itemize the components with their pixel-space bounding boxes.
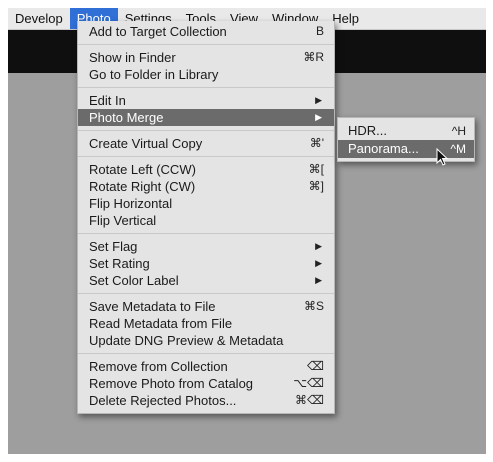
shortcut-label: ⌥⌫ xyxy=(293,376,324,390)
menu-item-remove-from-catalog[interactable]: Remove Photo from Catalog ⌥⌫ xyxy=(78,375,334,392)
menu-separator xyxy=(78,44,334,45)
shortcut-label: ⌘' xyxy=(309,136,324,150)
submenu-arrow-icon: ▶ xyxy=(315,258,322,268)
menu-item-edit-in[interactable]: Edit In ▶ xyxy=(78,92,334,109)
menu-item-rotate-right[interactable]: Rotate Right (CW) ⌘] xyxy=(78,178,334,195)
menu-item-set-color-label[interactable]: Set Color Label ▶ xyxy=(78,272,334,289)
shortcut-label: B xyxy=(315,24,324,38)
mouse-pointer-icon xyxy=(436,148,449,166)
menu-develop[interactable]: Develop xyxy=(8,8,70,29)
menu-item-rotate-left[interactable]: Rotate Left (CCW) ⌘[ xyxy=(78,161,334,178)
menu-item-label: Update DNG Preview & Metadata xyxy=(89,333,284,348)
shortcut-label: ⌘[ xyxy=(308,162,324,176)
submenu-item-panorama[interactable]: Panorama... ^M xyxy=(338,140,474,158)
menu-item-label: Create Virtual Copy xyxy=(89,136,203,151)
shortcut-label: ⌘R xyxy=(303,50,324,64)
menu-item-read-metadata[interactable]: Read Metadata from File xyxy=(78,315,334,332)
submenu-item-hdr[interactable]: HDR... ^H xyxy=(338,122,474,140)
menu-item-label: Panorama... xyxy=(348,141,419,156)
menu-item-go-to-folder[interactable]: Go to Folder in Library xyxy=(78,66,334,83)
menu-item-label: Photo Merge xyxy=(89,110,164,125)
shortcut-label: ⌘] xyxy=(308,179,324,193)
menu-item-remove-from-collection[interactable]: Remove from Collection ⌫ xyxy=(78,358,334,375)
menu-item-label: Set Rating xyxy=(89,256,150,271)
menu-item-set-flag[interactable]: Set Flag ▶ xyxy=(78,238,334,255)
menu-item-label: Rotate Left (CCW) xyxy=(89,162,196,177)
menu-item-show-in-finder[interactable]: Show in Finder ⌘R xyxy=(78,49,334,66)
menu-item-flip-vertical[interactable]: Flip Vertical xyxy=(78,212,334,229)
menu-separator xyxy=(78,156,334,157)
shortcut-label: ^M xyxy=(450,142,466,156)
menu-item-update-dng[interactable]: Update DNG Preview & Metadata xyxy=(78,332,334,349)
menu-item-label: HDR... xyxy=(348,123,387,138)
menu-item-create-virtual-copy[interactable]: Create Virtual Copy ⌘' xyxy=(78,135,334,152)
menu-item-flip-horizontal[interactable]: Flip Horizontal xyxy=(78,195,334,212)
menu-item-save-metadata[interactable]: Save Metadata to File ⌘S xyxy=(78,298,334,315)
menu-item-label: Show in Finder xyxy=(89,50,176,65)
menu-item-photo-merge[interactable]: Photo Merge ▶ xyxy=(78,109,334,126)
menu-item-label: Set Flag xyxy=(89,239,138,254)
submenu-arrow-icon: ▶ xyxy=(315,275,322,285)
submenu-arrow-icon: ▶ xyxy=(315,241,322,251)
menu-item-label: Delete Rejected Photos... xyxy=(89,393,237,408)
menu-item-label: Set Color Label xyxy=(89,273,179,288)
shortcut-label: ⌫ xyxy=(307,359,324,373)
shortcut-label: ⌘S xyxy=(303,299,324,313)
menu-separator xyxy=(78,293,334,294)
menu-item-label: Remove from Collection xyxy=(89,359,228,374)
photo-dropdown-menu: Add to Target Collection B Show in Finde… xyxy=(77,21,335,414)
menu-item-label: Remove Photo from Catalog xyxy=(89,376,254,391)
menu-item-label: Edit In xyxy=(89,93,126,108)
menu-item-set-rating[interactable]: Set Rating ▶ xyxy=(78,255,334,272)
submenu-arrow-icon: ▶ xyxy=(315,95,322,105)
menu-item-label: Flip Vertical xyxy=(89,213,157,228)
photo-merge-submenu: HDR... ^H Panorama... ^M xyxy=(337,117,475,162)
menu-item-label: Flip Horizontal xyxy=(89,196,173,211)
menu-item-label: Rotate Right (CW) xyxy=(89,179,196,194)
shortcut-label: ^H xyxy=(451,124,466,138)
menu-item-label: Add to Target Collection xyxy=(89,24,227,39)
shortcut-label: ⌘⌫ xyxy=(295,393,324,407)
menu-item-add-to-target-collection[interactable]: Add to Target Collection B xyxy=(78,23,334,40)
menu-item-label: Read Metadata from File xyxy=(89,316,233,331)
menu-separator xyxy=(78,233,334,234)
menu-separator xyxy=(78,353,334,354)
menu-separator xyxy=(78,87,334,88)
menu-item-delete-rejected[interactable]: Delete Rejected Photos... ⌘⌫ xyxy=(78,392,334,409)
menu-item-label: Go to Folder in Library xyxy=(89,67,219,82)
menu-separator xyxy=(78,130,334,131)
menu-item-label: Save Metadata to File xyxy=(89,299,216,314)
submenu-arrow-icon: ▶ xyxy=(315,112,322,122)
